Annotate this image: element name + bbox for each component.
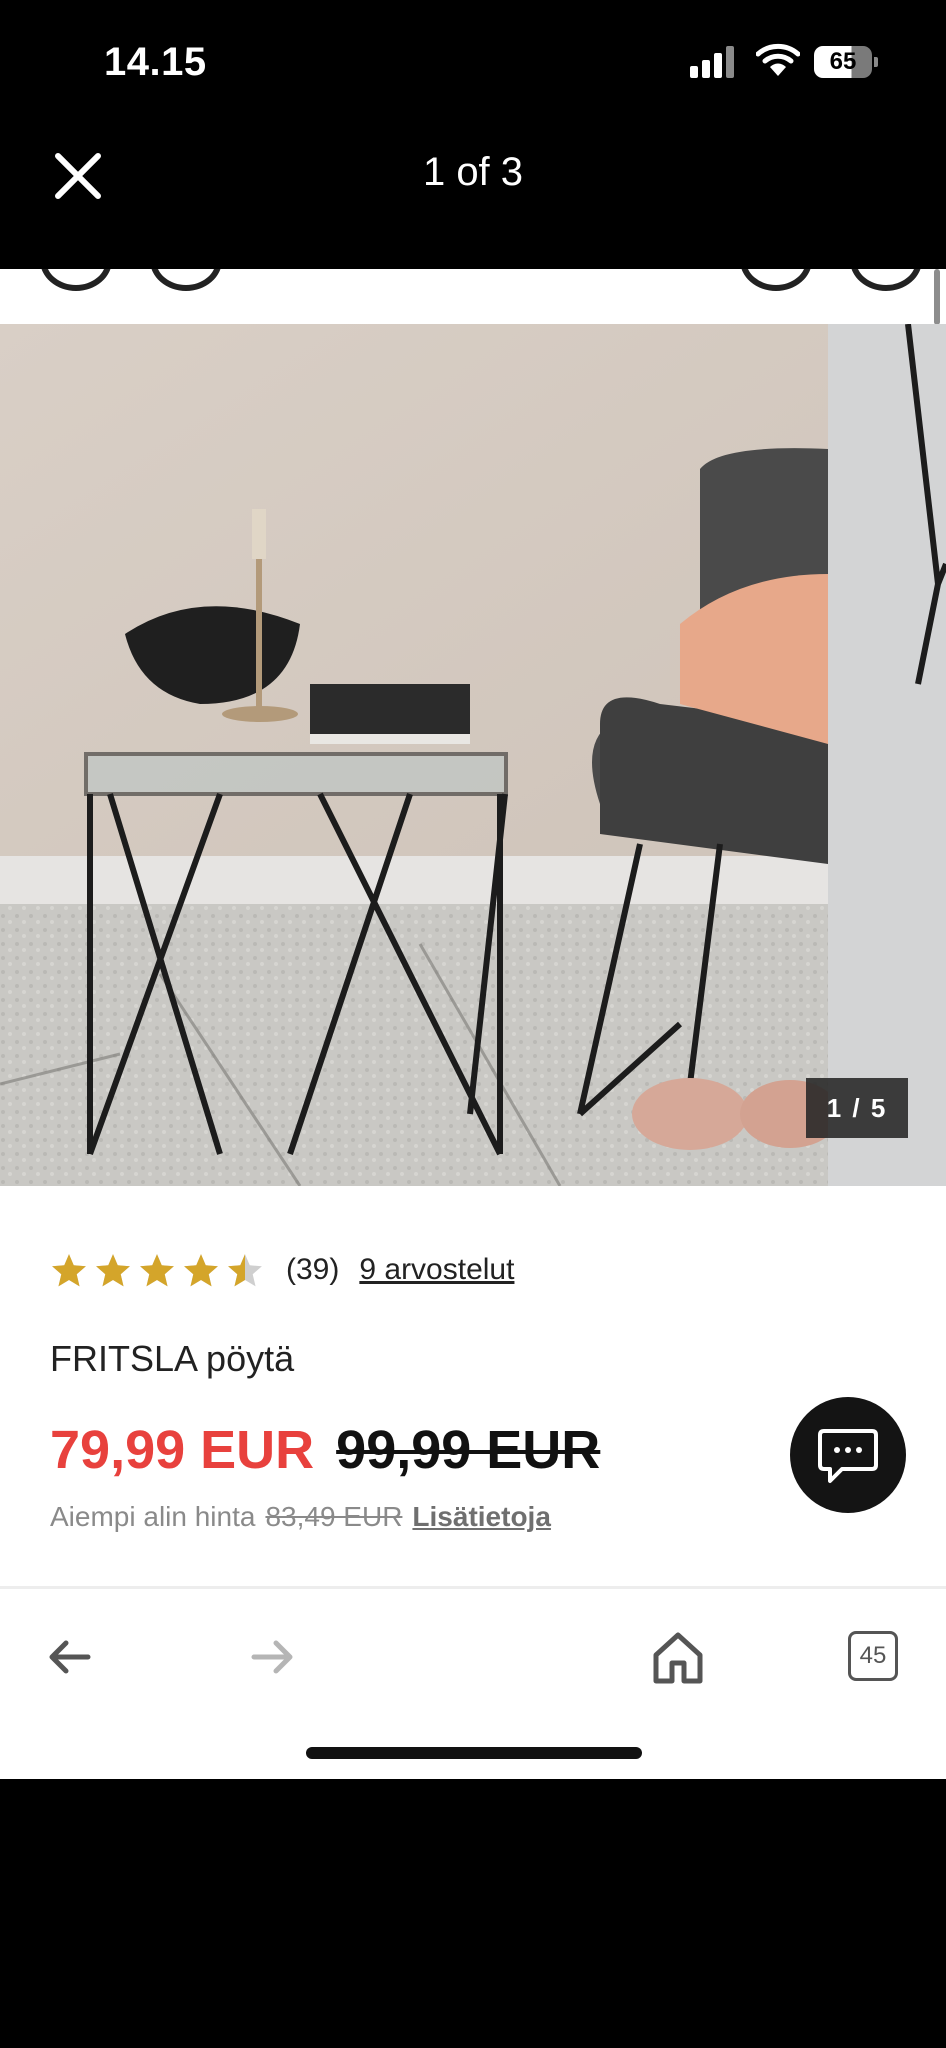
chat-button[interactable] [790, 1397, 906, 1513]
web-page: 1 / 5 (39) 9 arvostelut FRITSLA pöytä 79… [0, 269, 946, 1779]
star-icon [52, 1254, 86, 1287]
home-button[interactable] [648, 1627, 708, 1687]
price-current: 79,99 EUR [50, 1420, 315, 1480]
rating-row: (39) 9 arvostelut [50, 1246, 514, 1294]
home-icon [653, 1632, 703, 1684]
star-icon [184, 1254, 218, 1287]
lowest-price-row: Aiempi alin hinta 83,49 EUR Lisätietoja [50, 1501, 551, 1533]
scrollbar[interactable] [934, 269, 940, 325]
lowest-price-label: Aiempi alin hinta [50, 1501, 256, 1532]
home-indicator [306, 1747, 642, 1759]
viewer-header: 1 of 3 [0, 120, 946, 270]
tabs-button[interactable]: 45 [848, 1631, 898, 1681]
star-icon [96, 1254, 130, 1287]
tabs-count: 45 [859, 1642, 887, 1669]
lowest-price: 83,49 EUR [265, 1501, 403, 1532]
forward-button[interactable] [242, 1627, 302, 1687]
browser-toolbar: 45 [0, 1589, 946, 1779]
product-photo[interactable] [0, 324, 828, 1186]
product-name: FRITSLA pöytä [50, 1338, 295, 1379]
product-gallery[interactable]: 1 / 5 [0, 324, 946, 1186]
wifi-icon [756, 43, 800, 76]
battery-icon: 65 [814, 46, 878, 78]
price-old: 99,99 EUR [336, 1420, 601, 1480]
star-icon [228, 1254, 262, 1287]
price-row: 79,99 EUR 99,99 EUR [50, 1415, 600, 1485]
next-product-photo[interactable] [828, 324, 946, 1186]
arrow-right-icon [251, 1640, 293, 1674]
rating-count: (39) [286, 1253, 340, 1286]
more-info-link[interactable]: Lisätietoja [412, 1501, 550, 1533]
bottom-black-area [0, 1779, 946, 2048]
status-bar: 14.15 65 [0, 0, 946, 120]
status-time: 14.15 [104, 40, 207, 84]
chat-icon [818, 1429, 878, 1483]
back-button[interactable] [40, 1627, 100, 1687]
battery-level: 65 [829, 48, 857, 75]
reviews-link[interactable]: 9 arvostelut [359, 1253, 514, 1287]
star-icon [140, 1254, 174, 1287]
image-counter: 1 / 5 [806, 1078, 908, 1138]
page-top-strip [0, 269, 946, 325]
arrow-left-icon [49, 1640, 91, 1674]
cellular-signal-icon [690, 46, 738, 78]
rating-stars [50, 1252, 264, 1288]
viewer-counter: 1 of 3 [422, 150, 524, 194]
